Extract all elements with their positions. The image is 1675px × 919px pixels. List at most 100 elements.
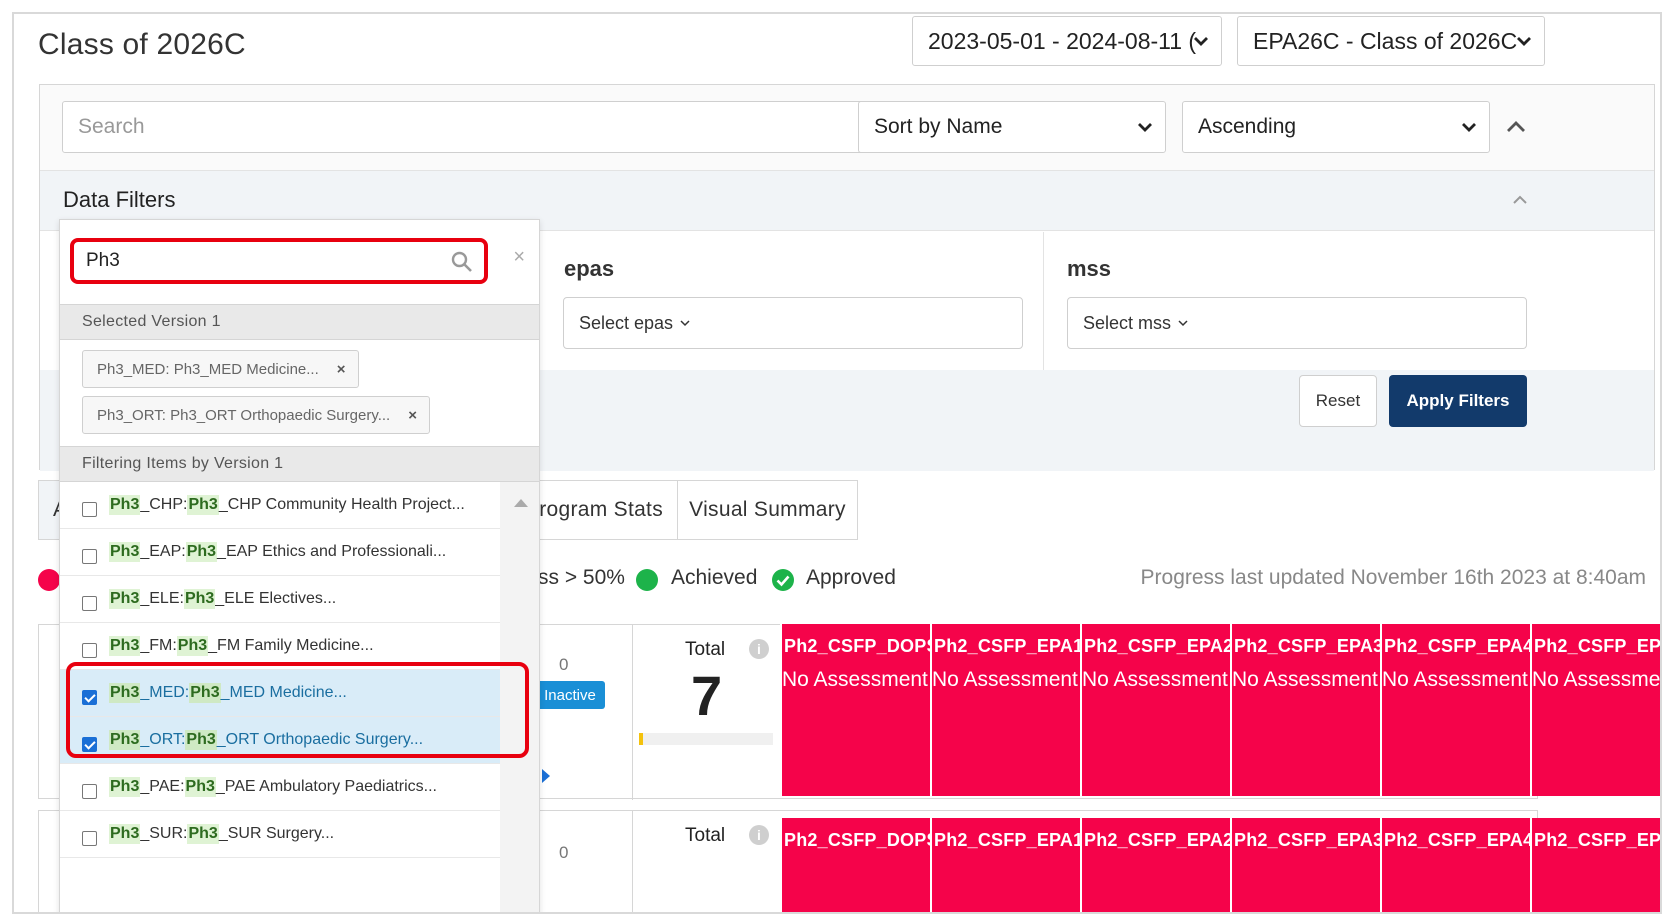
remove-chip-icon[interactable]: ×: [408, 407, 417, 424]
reset-button[interactable]: Reset: [1299, 375, 1377, 427]
option-item[interactable]: Ph3 _EAP: Ph3 _EAP Ethics and Professional…: [60, 529, 500, 576]
epa-column[interactable]: Ph2_CSFP_EPA3: [1230, 818, 1380, 912]
epa-code: Ph2_CSFP_EPA3: [1234, 636, 1380, 656]
total-cell: Total i: [633, 811, 783, 912]
checkbox[interactable]: [82, 595, 97, 611]
page-title: Class of 2026C: [38, 28, 246, 61]
legend-achieved-label: Achieved: [671, 566, 758, 589]
option-item-selected[interactable]: Ph3 _ORT: Ph3 _ORT Orthopaedic Surgery...: [60, 717, 500, 764]
progress-note: Progress last updated November 16th 2023…: [1140, 566, 1646, 589]
match-highlight: Ph3: [185, 542, 218, 562]
chip-label: Ph3_ORT: Ph3_ORT Orthopaedic Surgery...: [97, 406, 391, 424]
data-filters-title: Data Filters: [63, 187, 176, 212]
chevron-down-icon: [1178, 319, 1188, 326]
epa-column[interactable]: Ph2_CSFP_DOPS: [780, 818, 930, 912]
epa-code: Ph2_CSFP_EPA4: [1384, 636, 1530, 656]
option-code: _EAP:: [140, 543, 186, 560]
checkbox-checked[interactable]: [82, 736, 97, 752]
selected-chip: Ph3_ORT: Ph3_ORT Orthopaedic Surgery... …: [82, 396, 430, 434]
scrollbar[interactable]: [500, 482, 539, 912]
match-highlight: Ph3: [109, 636, 141, 656]
epa-status: No Assessment Plan: [782, 668, 930, 691]
option-item[interactable]: Ph3 _SUR: Ph3 _SUR Surgery...: [60, 811, 500, 858]
chevron-down-icon: [680, 319, 690, 326]
epa-code: Ph2_CSFP_EPA4: [1384, 830, 1530, 850]
search-input[interactable]: Search: [62, 101, 900, 153]
option-item[interactable]: Ph3 _PAE: Ph3 _PAE Ambulatory Paediatrics.…: [60, 764, 500, 811]
date-range-value: 2023-05-01 - 2024-08-11 (: [928, 27, 1197, 54]
epa-column[interactable]: Ph2_CSFP_EPA1 No Assessment Plan: [930, 624, 1080, 796]
option-label: _FM Family Medicine...: [208, 637, 374, 654]
epa-code: Ph2_CSFP_EPA1: [934, 830, 1080, 850]
option-label: _PAE Ambulatory Paediatrics...: [215, 778, 437, 795]
epa-column[interactable]: Ph2_CSFP_EPA2 No Assessment Plan: [1080, 624, 1230, 796]
epa-column[interactable]: Ph2_CSFP_DOPS No Assessment Plan: [780, 624, 930, 796]
checkbox[interactable]: [82, 783, 97, 799]
epa-column[interactable]: Ph2_CSFP_EPA3 No Assessment Plan: [1230, 624, 1380, 796]
order-select[interactable]: Ascending: [1182, 101, 1490, 153]
epa-column[interactable]: Ph2_CSFP_EPA5: [1530, 818, 1660, 912]
sort-by-select[interactable]: Sort by Name: [858, 101, 1166, 153]
filtering-header: Filtering Items by Version 1: [60, 446, 539, 482]
checkbox[interactable]: [82, 548, 97, 564]
info-icon[interactable]: i: [749, 825, 769, 845]
option-item[interactable]: Ph3 _FM: Ph3 _FM Family Medicine...: [60, 623, 500, 670]
chevron-down-icon: [1517, 37, 1531, 46]
match-highlight: Ph3: [109, 730, 141, 750]
cohort-select[interactable]: EPA26C - Class of 2026C: [1237, 16, 1545, 66]
legend-approved-label: Approved: [806, 566, 896, 589]
match-highlight: Ph3: [109, 824, 141, 844]
option-label: _MED Medicine...: [220, 684, 347, 701]
date-range-select[interactable]: 2023-05-01 - 2024-08-11 (: [912, 16, 1222, 66]
epa-column[interactable]: Ph2_CSFP_EPA4 No Assessment Plan: [1380, 624, 1530, 796]
option-item[interactable]: Ph3 _CHP: Ph3 _CHP Community Health Projec…: [60, 482, 500, 529]
epas-placeholder: Select epas: [579, 312, 674, 333]
checkbox-checked[interactable]: [82, 689, 97, 705]
toolbar: Search Sort by Name Ascending: [40, 85, 1654, 171]
apply-filters-button[interactable]: Apply Filters: [1389, 375, 1527, 427]
selected-chip: Ph3_MED: Ph3_MED Medicine... ×: [82, 350, 359, 388]
epa-column[interactable]: Ph2_CSFP_EPA2: [1080, 818, 1230, 912]
cohort-value: EPA26C - Class of 2026C: [1253, 27, 1518, 54]
epas-select[interactable]: Select epas: [563, 297, 1023, 349]
checkbox[interactable]: [82, 830, 97, 846]
option-code: _SUR:: [140, 825, 188, 842]
order-value: Ascending: [1198, 115, 1297, 138]
option-item[interactable]: Ph3 _ELE: Ph3 _ELE Electives...: [60, 576, 500, 623]
epa-column[interactable]: Ph2_CSFP_EPA1: [930, 818, 1080, 912]
close-icon[interactable]: ×: [513, 246, 525, 269]
epa-status: No Assessment Plan: [1232, 668, 1380, 691]
epa-code: Ph2_CSFP_EPA5: [1534, 830, 1660, 850]
option-item-selected[interactable]: Ph3 _MED: Ph3 _MED Medicine...: [60, 670, 500, 717]
option-label: _SUR Surgery...: [218, 825, 335, 842]
achieved-dot-icon: [636, 569, 658, 591]
chevron-up-icon[interactable]: [1512, 195, 1528, 205]
match-highlight: Ph3: [109, 683, 141, 703]
remove-chip-icon[interactable]: ×: [337, 361, 346, 378]
info-icon[interactable]: i: [749, 639, 769, 659]
search-icon: [451, 251, 472, 272]
search-placeholder: Search: [78, 115, 145, 138]
collapse-toolbar-icon[interactable]: [1506, 119, 1526, 133]
approved-check-icon: [772, 569, 794, 591]
match-highlight: Ph3: [189, 683, 221, 703]
filter-dropdown: Ph3 × Selected Version 1 Ph3_MED: Ph3_ME…: [59, 219, 540, 912]
tab-visual-summary[interactable]: Visual Summary: [677, 480, 858, 540]
option-code: _MED:: [140, 684, 190, 701]
dropdown-search-input[interactable]: Ph3: [70, 238, 488, 284]
checkbox[interactable]: [82, 642, 97, 658]
scroll-up-icon[interactable]: [513, 498, 529, 508]
option-code: _ELE:: [140, 590, 184, 607]
caret-right-icon[interactable]: [542, 769, 550, 783]
option-code: _FM:: [140, 637, 177, 654]
option-code: _PAE:: [140, 778, 185, 795]
legend-red-dot: [38, 569, 60, 591]
checkbox[interactable]: [82, 501, 97, 517]
epas-label: epas: [564, 256, 615, 281]
zero-count: 0: [559, 655, 569, 674]
epa-column[interactable]: Ph2_CSFP_EPA4: [1380, 818, 1530, 912]
option-label: _CHP Community Health Project...: [218, 496, 465, 513]
epa-code: Ph2_CSFP_EPA2: [1084, 830, 1230, 850]
mss-select[interactable]: Select mss: [1067, 297, 1527, 349]
epa-column[interactable]: Ph2_CSFP_EPA5 No Assessment Plan: [1530, 624, 1660, 796]
